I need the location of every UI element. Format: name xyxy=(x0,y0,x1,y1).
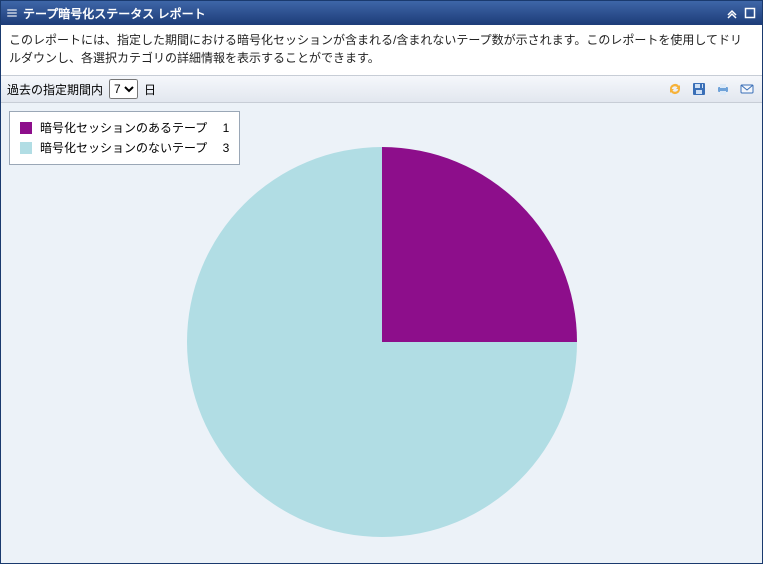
grip-icon xyxy=(7,9,17,17)
period-select[interactable]: 7 xyxy=(109,79,138,99)
report-window: テープ暗号化ステータス レポート このレポートには、指定した期間における暗号化セ… xyxy=(0,0,763,564)
window-controls xyxy=(726,7,756,19)
legend-value: 1 xyxy=(215,118,229,138)
legend-item: 暗号化セッションのあるテープ 1 xyxy=(20,118,229,138)
save-icon[interactable] xyxy=(690,80,708,98)
refresh-icon[interactable] xyxy=(666,80,684,98)
period-label: 過去の指定期間内 xyxy=(7,81,103,98)
legend-swatch xyxy=(20,122,32,134)
report-description: このレポートには、指定した期間における暗号化セッションが含まれる/含まれないテー… xyxy=(1,25,762,75)
print-icon[interactable] xyxy=(714,80,732,98)
toolbar: 過去の指定期間内 7 日 xyxy=(1,75,762,103)
chart-area: 暗号化セッションのあるテープ 1 暗号化セッションのないテープ 3 xyxy=(1,103,762,563)
period-unit: 日 xyxy=(144,81,156,98)
toolbar-icons xyxy=(666,80,756,98)
titlebar: テープ暗号化ステータス レポート xyxy=(1,1,762,25)
window-title: テープ暗号化ステータス レポート xyxy=(23,5,726,22)
maximize-icon[interactable] xyxy=(744,7,756,19)
collapse-icon[interactable] xyxy=(726,7,738,19)
pie-chart xyxy=(182,142,582,542)
legend-swatch xyxy=(20,142,32,154)
mail-icon[interactable] xyxy=(738,80,756,98)
legend-label: 暗号化セッションのあるテープ xyxy=(40,118,207,138)
pie-slice xyxy=(382,147,577,342)
